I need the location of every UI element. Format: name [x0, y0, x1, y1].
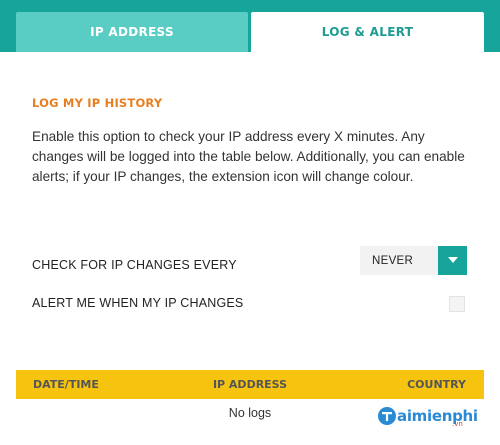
watermark-brand-text: aimienphi — [397, 407, 478, 425]
check-interval-label: CHECK FOR IP CHANGES EVERY — [32, 258, 237, 272]
taimienphi-logo-icon — [378, 407, 396, 425]
log-table-header: DATE/TIME IP ADDRESS COUNTRY — [16, 370, 484, 399]
check-interval-select[interactable]: NEVER — [360, 246, 467, 275]
select-arrow-button[interactable] — [438, 246, 467, 275]
alert-checkbox[interactable] — [449, 296, 465, 312]
alert-label: ALERT ME WHEN MY IP CHANGES — [32, 296, 244, 310]
tab-bar: IP ADDRESS LOG & ALERT — [0, 0, 500, 52]
section-title: LOG MY IP HISTORY — [32, 96, 163, 110]
section-description: Enable this option to check your IP addr… — [32, 129, 465, 184]
tab-log-alert[interactable]: LOG & ALERT — [251, 12, 484, 52]
chevron-down-icon — [447, 257, 458, 263]
watermark-domain: .vn — [452, 420, 463, 428]
tab-ip-address[interactable]: IP ADDRESS — [16, 12, 248, 52]
check-interval-value: NEVER — [360, 246, 438, 275]
column-header-country: COUNTRY — [407, 378, 466, 391]
